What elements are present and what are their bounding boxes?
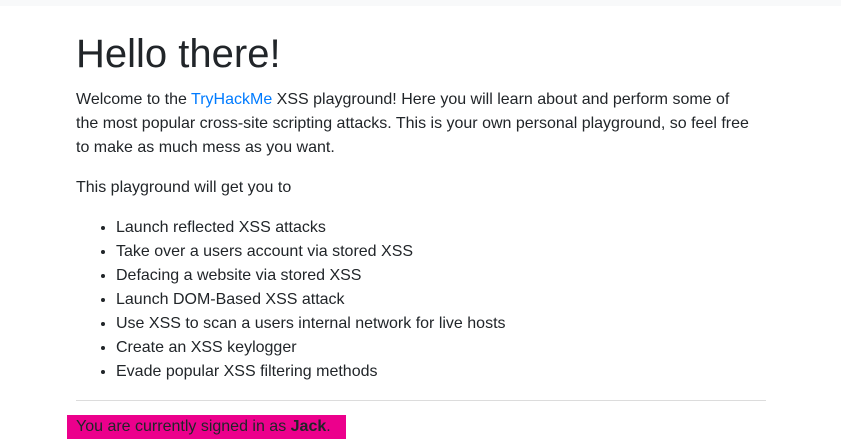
feature-item: Evade popular XSS filtering methods — [116, 360, 766, 384]
signed-in-text: You are currently signed in as Jack. — [76, 415, 331, 439]
intro-text-start: Welcome to the — [76, 91, 192, 108]
top-navbar-edge — [0, 0, 841, 6]
signed-in-suffix: . — [326, 418, 331, 435]
signed-in-username: Jack — [290, 418, 327, 435]
feature-item: Use XSS to scan a users internal network… — [116, 312, 766, 336]
playground-lead-text: This playground will get you to — [76, 179, 292, 196]
main-content: Hello there! Welcome to the TryHackMe XS… — [76, 30, 766, 401]
section-divider — [76, 400, 766, 401]
feature-item: Launch reflected XSS attacks — [116, 216, 766, 240]
feature-list: Launch reflected XSS attacks Take over a… — [76, 216, 766, 384]
feature-item: Launch DOM-Based XSS attack — [116, 288, 766, 312]
tryhackme-link[interactable]: TryHackMe — [191, 91, 272, 108]
feature-item: Defacing a website via stored XSS — [116, 264, 766, 288]
page-heading: Hello there! — [76, 32, 281, 76]
feature-item: Take over a users account via stored XSS — [116, 240, 766, 264]
signed-in-prefix: You are currently signed in as — [76, 418, 291, 435]
signed-in-banner: You are currently signed in as Jack. — [67, 415, 346, 439]
feature-item: Create an XSS keylogger — [116, 336, 766, 360]
intro-paragraph: Welcome to the TryHackMe XSS playground!… — [76, 88, 756, 160]
